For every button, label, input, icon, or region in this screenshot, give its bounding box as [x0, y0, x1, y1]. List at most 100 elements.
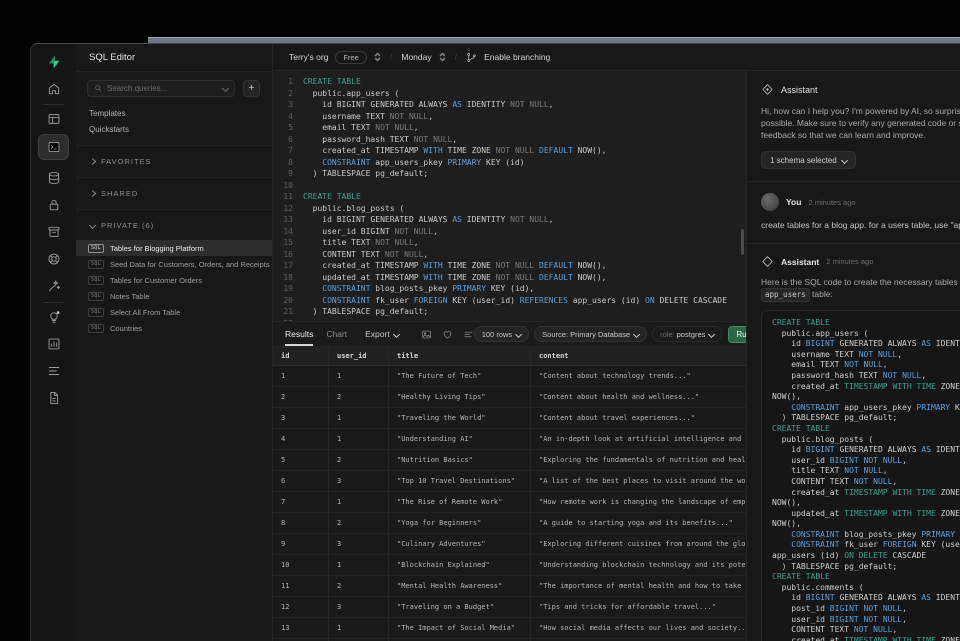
table-row[interactable]: 123"Traveling on a Budget""Tips and tric… — [273, 597, 746, 618]
table-row[interactable]: 31"Traveling the World""Content about tr… — [273, 408, 746, 429]
sidebar-query-item[interactable]: SQLSeed Data for Customers, Orders, and … — [76, 256, 272, 272]
project-name[interactable]: Monday — [401, 52, 431, 62]
table-cell: "Tips and tricks for affordable travel..… — [531, 597, 746, 617]
table-row[interactable]: 82"Yoga for Beginners""A guide to starti… — [273, 513, 746, 534]
tab-chart[interactable]: Chart — [326, 322, 347, 346]
table-cell: "Understanding AI" — [389, 429, 531, 449]
assistant-panel: Assistant Hi, how can I help you? I'm po… — [746, 71, 960, 641]
tab-results[interactable]: Results — [285, 322, 313, 346]
export-button[interactable]: Export — [365, 329, 399, 339]
table-row[interactable]: 101"Blockchain Explained""Understanding … — [273, 555, 746, 576]
logs-list-icon[interactable] — [31, 362, 76, 380]
table-cell: "Traveling on a Budget" — [389, 597, 531, 617]
sql-badge-icon: SQL — [88, 308, 104, 317]
table-cell: "The Future of Tech" — [389, 366, 531, 386]
app-window: SQL Editor Search queries... + Templates… — [30, 43, 960, 641]
edge-functions-icon[interactable] — [31, 250, 76, 268]
api-docs-file-icon[interactable] — [31, 389, 76, 407]
section-shared[interactable]: SHARED — [76, 186, 272, 201]
user-message-time: 2 minutes ago — [808, 198, 855, 207]
ai-diamond-icon — [761, 83, 774, 96]
editor-line: 6 password_hash TEXT NOT NULL, — [273, 134, 746, 146]
org-name[interactable]: Terry's org — [289, 52, 328, 62]
table-editor-icon[interactable] — [31, 110, 76, 128]
new-query-button[interactable]: + — [243, 80, 260, 97]
table-row[interactable]: 71"The Rise of Remote Work""How remote w… — [273, 492, 746, 513]
heart-icon[interactable] — [442, 329, 453, 340]
role-dropdown[interactable]: role postgres — [652, 326, 722, 342]
org-switcher-icon[interactable] — [374, 52, 381, 62]
ai-diamond-icon — [761, 255, 774, 268]
table-cell: "Top 10 Travel Destinations" — [389, 471, 531, 491]
desktop: { "colors":{"accent":"#3ecf8e","run_butt… — [0, 0, 960, 640]
reports-chart-icon[interactable] — [31, 335, 76, 353]
table-cell: 13 — [273, 618, 329, 638]
avatar — [761, 193, 779, 211]
table-cell: 2 — [329, 387, 389, 407]
editor-line: 4 username TEXT NOT NULL, — [273, 111, 746, 123]
list-icon[interactable] — [463, 329, 474, 340]
table-row[interactable]: 131"The Impact of Social Media""How soci… — [273, 618, 746, 639]
storage-icon[interactable] — [31, 223, 76, 241]
query-item-label: Notes Table — [110, 292, 149, 301]
divider — [747, 243, 960, 244]
table-cell: "Content about travel experiences..." — [531, 408, 746, 428]
sidebar-query-item[interactable]: SQLNotes Table — [76, 288, 272, 304]
source-dropdown[interactable]: Source: Primary Database — [534, 326, 647, 342]
table-row[interactable]: 41"Understanding AI""An in-depth look at… — [273, 429, 746, 450]
sidebar-query-item[interactable]: SQL Select All From Table — [76, 304, 272, 320]
rows-limit-dropdown[interactable]: 100 rows — [474, 326, 529, 342]
advisors-lightbulb-icon[interactable] — [31, 308, 76, 326]
sql-badge-icon: SQL — [88, 324, 104, 333]
table-cell: "Traveling the World" — [389, 408, 531, 428]
sql-editor-icon[interactable] — [38, 134, 69, 160]
sidebar-query-item[interactable]: SQLTables for Blogging Platform — [76, 240, 272, 256]
search-input[interactable]: Search queries... — [87, 80, 235, 97]
table-cell: 1 — [329, 429, 389, 449]
table-row[interactable]: 11"The Future of Tech""Content about tec… — [273, 366, 746, 387]
chevron-down-icon — [515, 330, 522, 337]
sidebar-item-templates[interactable]: Templates — [76, 106, 272, 121]
schema-selector-button[interactable]: 1 schema selected — [761, 151, 856, 169]
assistant-greeting: Hi, how can I help you? I'm powered by A… — [761, 105, 960, 141]
table-cell: 11 — [273, 576, 329, 596]
page-title: SQL Editor — [76, 44, 272, 72]
authentication-lock-icon[interactable] — [31, 196, 76, 214]
editor-line: 2 public.app_users ( — [273, 88, 746, 100]
query-item-label: Seed Data for Customers, Orders, and Rec… — [110, 260, 270, 269]
table-cell: "Exploring the fundamentals of nutrition… — [531, 450, 746, 470]
sidebar-query-item[interactable]: SQLCountries — [76, 320, 272, 336]
table-row[interactable]: 63"Top 10 Travel Destinations""A list of… — [273, 471, 746, 492]
table-row[interactable]: 52"Nutrition Basics""Exploring the funda… — [273, 450, 746, 471]
editor-scrollbar[interactable] — [741, 229, 744, 255]
editor-line: 10 — [273, 180, 746, 192]
table-cell: 1 — [329, 492, 389, 512]
section-private[interactable]: PRIVATE (6) — [76, 218, 272, 233]
rail-divider — [43, 104, 64, 105]
divider — [76, 177, 272, 178]
table-row[interactable]: 112"Mental Health Awareness""The importa… — [273, 576, 746, 597]
supabase-logo-icon[interactable] — [31, 52, 76, 72]
table-cell: 1 — [329, 408, 389, 428]
sidebar-item-quickstarts[interactable]: Quickstarts — [76, 122, 272, 137]
sql-code-editor[interactable]: 1CREATE TABLE2 public.app_users (3 id BI… — [273, 71, 746, 321]
database-icon[interactable] — [31, 169, 76, 187]
query-item-label: Select All From Table — [110, 308, 180, 317]
realtime-icon[interactable] — [31, 277, 76, 295]
column-header-id: id — [273, 347, 329, 365]
branch-icon — [466, 52, 477, 63]
project-switcher-icon[interactable] — [439, 52, 446, 62]
assistant-message-time: 2 minutes ago — [826, 257, 873, 266]
table-row[interactable]: 93"Culinary Adventures""Exploring differ… — [273, 534, 746, 555]
table-cell: "The Impact of Social Media" — [389, 618, 531, 638]
table-cell: "Understanding blockchain technology and… — [531, 555, 746, 575]
table-row[interactable]: 22"Healthy Living Tips""Content about he… — [273, 387, 746, 408]
results-toolbar: Results Chart Export 100 rows Source: Pr… — [273, 321, 746, 347]
table-cell: "Culinary Adventures" — [389, 534, 531, 554]
home-icon[interactable] — [31, 80, 76, 98]
image-icon[interactable] — [421, 329, 432, 340]
sidebar-query-item[interactable]: SQLTables for Customer Orders — [76, 272, 272, 288]
section-favorites[interactable]: FAVORITES — [76, 154, 272, 169]
divider — [747, 181, 960, 182]
enable-branching-button[interactable]: Enable branching — [484, 52, 550, 62]
